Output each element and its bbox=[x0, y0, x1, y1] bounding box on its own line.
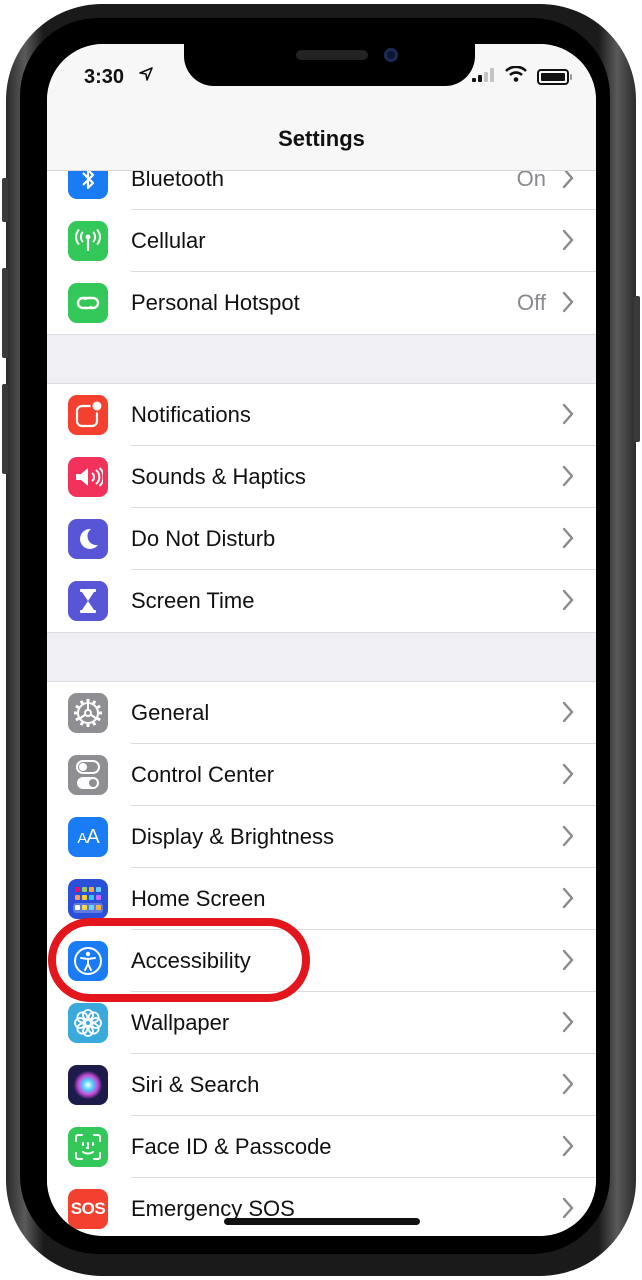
screen: 3:30 Settings Bluetooth On Cellular Persona… bbox=[47, 44, 596, 1236]
gear-icon bbox=[68, 693, 108, 733]
settings-row-control[interactable]: Control Center bbox=[47, 744, 596, 806]
wifi-icon bbox=[505, 66, 527, 82]
chevron-right-icon bbox=[562, 763, 574, 785]
home-indicator[interactable] bbox=[224, 1218, 420, 1225]
chevron-right-icon bbox=[562, 887, 574, 909]
highlight-circle-annotation bbox=[48, 918, 310, 1002]
side-button bbox=[634, 296, 640, 442]
settings-row-hotspot[interactable]: Personal Hotspot Off bbox=[47, 272, 596, 334]
hotspot-link-icon bbox=[68, 283, 108, 323]
settings-row-notifications[interactable]: Notifications bbox=[47, 384, 596, 446]
status-time: 3:30 bbox=[84, 66, 125, 88]
row-label: Wallpaper bbox=[131, 1010, 230, 1035]
row-label: General bbox=[131, 700, 210, 725]
chevron-right-icon bbox=[562, 825, 574, 847]
section-spacer bbox=[47, 632, 596, 682]
chevron-right-icon bbox=[562, 1011, 574, 1033]
text-size-icon: AA bbox=[68, 817, 108, 857]
notification-badge-icon bbox=[68, 395, 108, 435]
page-title: Settings bbox=[278, 126, 365, 151]
chevron-right-icon bbox=[562, 527, 574, 549]
settings-row-display[interactable]: AA Display & Brightness bbox=[47, 806, 596, 868]
battery-icon bbox=[537, 69, 572, 85]
hourglass-icon bbox=[68, 581, 108, 621]
nav-bar: Settings bbox=[47, 104, 596, 171]
chevron-right-icon bbox=[562, 291, 574, 313]
settings-row-screentime[interactable]: Screen Time bbox=[47, 570, 596, 632]
row-label: Sounds & Haptics bbox=[131, 464, 306, 489]
row-label: Display & Brightness bbox=[131, 824, 334, 849]
row-label: Notifications bbox=[131, 402, 251, 427]
chevron-right-icon bbox=[562, 229, 574, 251]
flower-icon bbox=[68, 1003, 108, 1043]
row-label: Cellular bbox=[131, 228, 206, 253]
settings-row-dnd[interactable]: Do Not Disturb bbox=[47, 508, 596, 570]
speaker-icon bbox=[68, 457, 108, 497]
section-spacer bbox=[47, 334, 596, 384]
row-label: Home Screen bbox=[131, 886, 266, 911]
row-label: Personal Hotspot bbox=[131, 290, 300, 315]
volume-down-button bbox=[2, 384, 8, 474]
row-value: Off bbox=[517, 290, 546, 315]
volume-up-button bbox=[2, 268, 8, 358]
settings-list: Bluetooth On Cellular Personal Hotspot Off No… bbox=[47, 148, 596, 1236]
row-label: Do Not Disturb bbox=[131, 526, 276, 551]
chevron-right-icon bbox=[562, 403, 574, 425]
settings-row-general[interactable]: General bbox=[47, 682, 596, 744]
antenna-icon bbox=[68, 221, 108, 261]
chevron-right-icon bbox=[562, 465, 574, 487]
speaker-grille bbox=[296, 50, 368, 60]
row-label: Face ID & Passcode bbox=[131, 1134, 332, 1159]
face-id-icon bbox=[68, 1127, 108, 1167]
notch bbox=[184, 44, 475, 86]
chevron-right-icon bbox=[562, 1135, 574, 1157]
cellular-signal-icon bbox=[472, 68, 494, 82]
chevron-right-icon bbox=[562, 1073, 574, 1095]
location-arrow-icon bbox=[139, 67, 153, 81]
app-grid-icon bbox=[68, 879, 108, 919]
settings-row-cellular[interactable]: Cellular bbox=[47, 210, 596, 272]
chevron-right-icon bbox=[562, 701, 574, 723]
chevron-right-icon bbox=[562, 1197, 574, 1219]
row-label: Control Center bbox=[131, 762, 275, 787]
chevron-right-icon bbox=[562, 589, 574, 611]
moon-icon bbox=[68, 519, 108, 559]
settings-row-faceid[interactable]: Face ID & Passcode bbox=[47, 1116, 596, 1178]
chevron-right-icon bbox=[562, 949, 574, 971]
settings-row-sounds[interactable]: Sounds & Haptics bbox=[47, 446, 596, 508]
settings-row-siri[interactable]: Siri & Search bbox=[47, 1054, 596, 1116]
row-label: Siri & Search bbox=[131, 1072, 260, 1097]
settings-row-sos[interactable]: SOS Emergency SOS bbox=[47, 1178, 596, 1236]
sos-icon: SOS bbox=[68, 1189, 108, 1229]
front-camera bbox=[384, 48, 398, 62]
row-label: Screen Time bbox=[131, 588, 255, 613]
toggle-icon bbox=[68, 755, 108, 795]
mute-switch bbox=[2, 178, 8, 222]
siri-icon bbox=[68, 1065, 108, 1105]
